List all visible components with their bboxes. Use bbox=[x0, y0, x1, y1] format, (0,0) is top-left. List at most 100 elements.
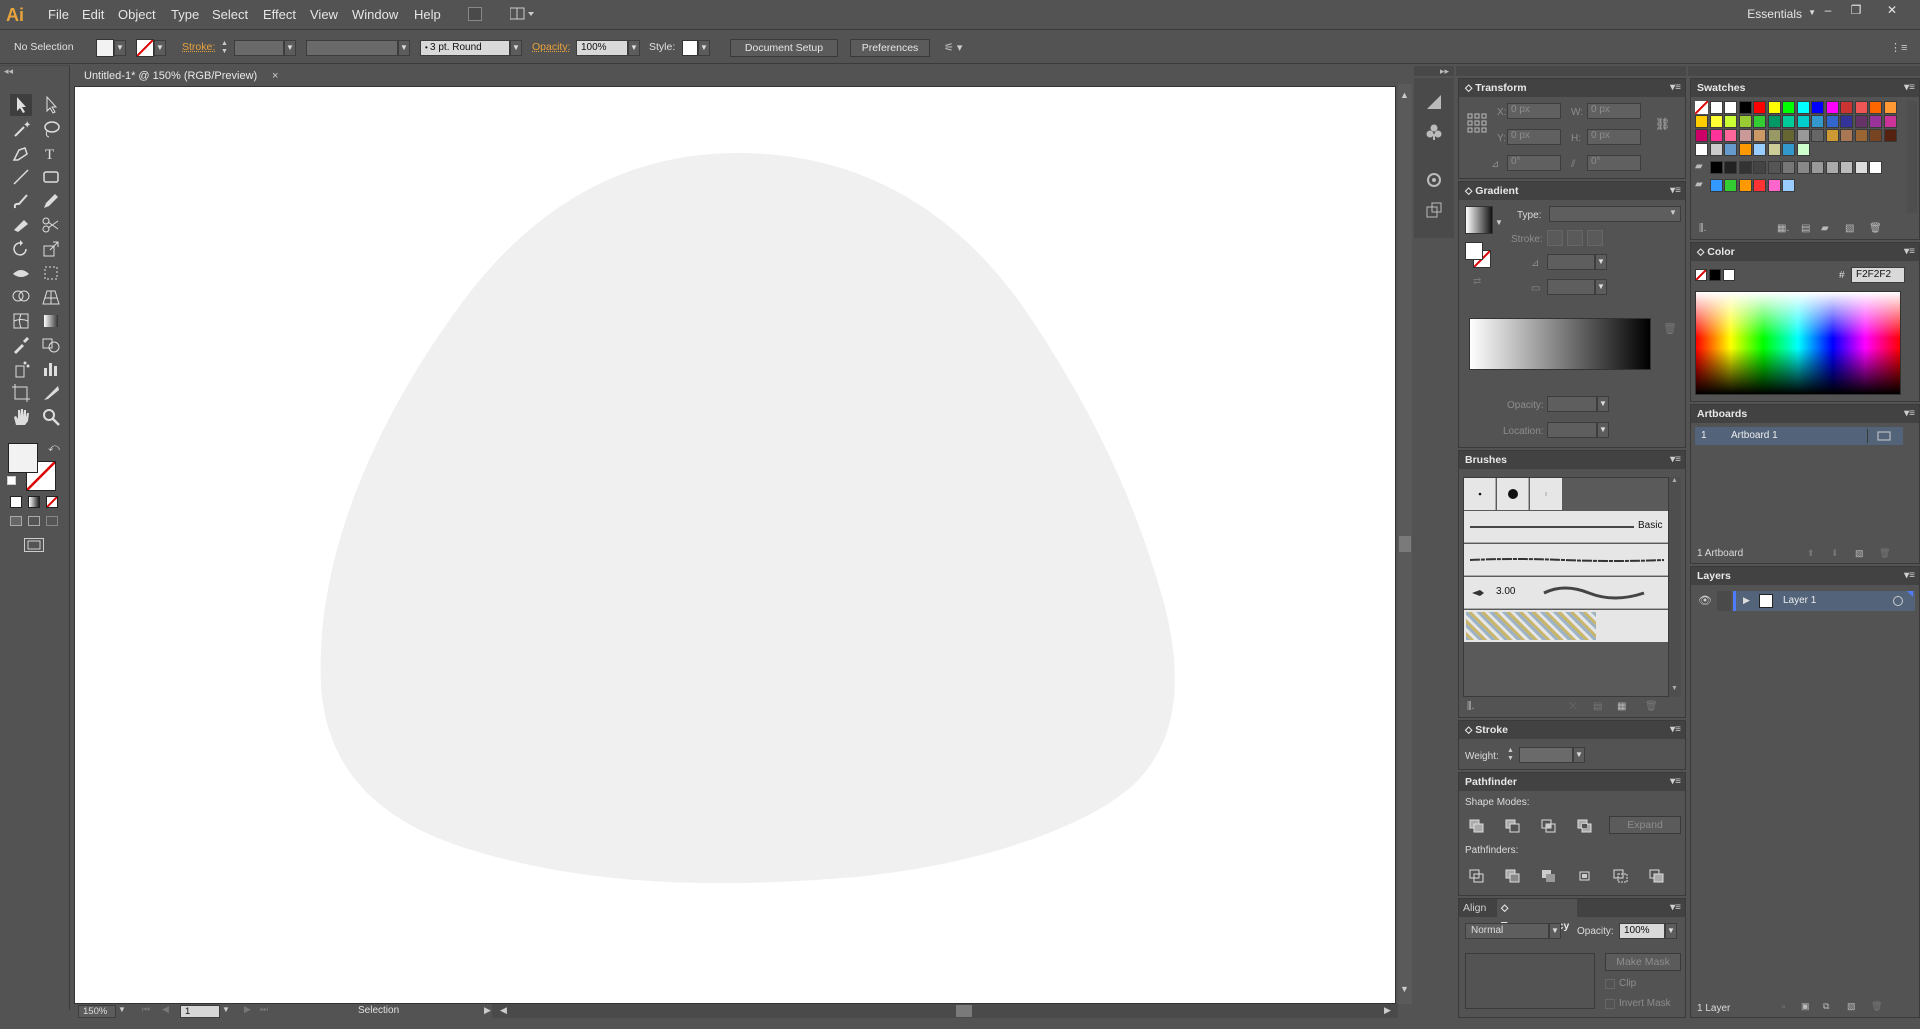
swatch-chip[interactable] bbox=[1854, 161, 1868, 174]
swatch-chip[interactable] bbox=[1782, 115, 1795, 128]
graphic-styles-icon[interactable] bbox=[1424, 200, 1444, 220]
swatch-chip[interactable] bbox=[1738, 101, 1752, 114]
gradient-angle-field[interactable] bbox=[1547, 254, 1595, 270]
symbols-icon[interactable] bbox=[1424, 122, 1444, 142]
restore-icon[interactable]: ❐ bbox=[1846, 3, 1866, 17]
artboard-number-field[interactable]: 1 bbox=[180, 1005, 220, 1018]
swatch-chip[interactable] bbox=[1724, 101, 1737, 114]
menu-file[interactable]: File bbox=[48, 7, 69, 22]
reverse-gradient-icon[interactable]: ⇄ bbox=[1473, 276, 1487, 288]
stroke-weight-dropdown-icon[interactable]: ▼ bbox=[284, 40, 296, 56]
gradient-slider[interactable] bbox=[1469, 318, 1651, 370]
preferences-button[interactable]: Preferences bbox=[850, 39, 930, 57]
swatch-chip[interactable] bbox=[1825, 161, 1839, 174]
transparency-menu-icon[interactable]: ▾≡ bbox=[1670, 899, 1681, 917]
last-artboard-icon[interactable]: ⏭ bbox=[260, 1004, 268, 1015]
menu-help[interactable]: Help bbox=[414, 7, 441, 22]
swatch-chip[interactable] bbox=[1796, 101, 1810, 114]
delete-stop-icon[interactable]: 🗑 bbox=[1663, 322, 1677, 335]
blob-brush-tool-icon[interactable] bbox=[10, 214, 32, 236]
pathfinder-panel-header[interactable]: Pathfinder ▾≡ bbox=[1459, 773, 1685, 791]
artboard-row[interactable]: 1 Artboard 1 bbox=[1695, 427, 1903, 445]
clip-checkbox[interactable] bbox=[1605, 979, 1615, 989]
scroll-up-icon[interactable]: ▲ bbox=[1400, 90, 1409, 100]
minimize-icon[interactable]: – bbox=[1818, 3, 1838, 17]
brush-small-dot[interactable] bbox=[1464, 478, 1496, 510]
paintbrush-tool-icon[interactable] bbox=[10, 190, 32, 212]
stroke-across-icon[interactable] bbox=[1587, 230, 1603, 246]
collapse-tools-icon[interactable]: ◂◂ bbox=[4, 66, 13, 77]
brush-dropdown-icon[interactable]: ▼ bbox=[510, 40, 522, 56]
pen-tool-icon[interactable] bbox=[10, 142, 32, 164]
swatch-chip[interactable] bbox=[1825, 129, 1839, 142]
swatch-chip[interactable] bbox=[1724, 143, 1737, 156]
menu-window[interactable]: Window bbox=[352, 7, 398, 22]
document-tab[interactable]: Untitled-1* @ 150% (RGB/Preview) bbox=[74, 66, 290, 86]
gradient-thumbnail[interactable] bbox=[1465, 206, 1493, 234]
constrain-proportions-icon[interactable]: ⛓ bbox=[1655, 117, 1670, 131]
invert-mask-checkbox[interactable] bbox=[1605, 999, 1615, 1009]
reference-point-icon[interactable] bbox=[1467, 113, 1487, 133]
move-artboard-up-icon[interactable]: ⬆ bbox=[1807, 548, 1815, 559]
layers-panel-header[interactable]: Layers ▾≡ bbox=[1691, 567, 1919, 585]
swatch-chip[interactable] bbox=[1825, 115, 1839, 128]
swatch-options-icon[interactable]: ▤ bbox=[1801, 223, 1810, 234]
swatch-chip[interactable] bbox=[1724, 179, 1737, 192]
swatch-libraries-icon[interactable]: ⫼. bbox=[1699, 223, 1706, 234]
lasso-tool-icon[interactable] bbox=[40, 118, 62, 140]
transparency-opacity-field[interactable]: 100% bbox=[1619, 923, 1665, 939]
stroke-panel-header[interactable]: ⬦ Stroke ▾≡ bbox=[1459, 721, 1685, 739]
vertical-scrollbar[interactable]: ▲ ▼ bbox=[1398, 84, 1412, 1004]
fill-swatch[interactable] bbox=[96, 39, 114, 57]
free-transform-tool-icon[interactable] bbox=[40, 262, 62, 284]
new-artboard-icon[interactable]: ▧ bbox=[1855, 548, 1864, 559]
workspace-chevron-icon[interactable]: ▼ bbox=[1808, 8, 1816, 17]
direct-selection-tool-icon[interactable] bbox=[40, 94, 62, 116]
swatch-chip[interactable] bbox=[1695, 143, 1708, 156]
swatch-chip[interactable] bbox=[1753, 101, 1766, 114]
layer-row[interactable]: ▶ Layer 1 bbox=[1733, 591, 1915, 611]
stroke-dropdown-icon[interactable]: ▼ bbox=[154, 40, 166, 56]
show-swatch-kinds-icon[interactable]: ▦. bbox=[1777, 223, 1789, 234]
swatch-chip[interactable] bbox=[1883, 129, 1897, 142]
default-fill-stroke-icon[interactable] bbox=[7, 476, 16, 485]
minus-back-icon[interactable] bbox=[1649, 869, 1665, 883]
brush-options-icon[interactable]: ▤ bbox=[1593, 701, 1602, 712]
menu-view[interactable]: View bbox=[310, 7, 338, 22]
swatch-chip[interactable] bbox=[1738, 161, 1752, 174]
swatch-chip[interactable] bbox=[1796, 161, 1810, 174]
new-color-group-icon[interactable]: ▰ bbox=[1821, 223, 1829, 234]
navigator-icon[interactable] bbox=[1424, 92, 1444, 112]
horizontal-scroll-thumb[interactable] bbox=[956, 1005, 972, 1017]
zoom-dropdown-icon[interactable]: ▼ bbox=[118, 1005, 126, 1014]
scroll-down-icon[interactable]: ▼ bbox=[1400, 984, 1409, 994]
swatch-chip[interactable] bbox=[1782, 179, 1795, 192]
swatch-chip[interactable] bbox=[1709, 115, 1723, 128]
transparency-opacity-dropdown-icon[interactable]: ▼ bbox=[1665, 923, 1677, 939]
swatch-chip[interactable] bbox=[1724, 129, 1737, 142]
brush-basic-row[interactable]: Basic bbox=[1464, 511, 1668, 543]
symbol-sprayer-tool-icon[interactable] bbox=[10, 358, 32, 380]
swatch-chip[interactable] bbox=[1709, 143, 1723, 156]
swatch-chip[interactable] bbox=[1724, 161, 1737, 174]
artboard-tool-icon[interactable] bbox=[10, 382, 32, 404]
status-menu-icon[interactable]: ▶ bbox=[484, 1005, 491, 1016]
workspace-switcher[interactable]: Essentials bbox=[1747, 7, 1802, 21]
draw-inside-icon[interactable] bbox=[46, 516, 58, 526]
opacity-label[interactable]: Opacity: bbox=[532, 41, 571, 53]
blend-tool-icon[interactable] bbox=[40, 334, 62, 356]
make-mask-button[interactable]: Make Mask bbox=[1605, 953, 1681, 971]
menu-effect[interactable]: Effect bbox=[263, 7, 296, 22]
hex-field[interactable]: F2F2F2 bbox=[1851, 267, 1905, 283]
gradient-panel-header[interactable]: ⬦ Gradient ▾≡ bbox=[1459, 182, 1685, 200]
new-swatch-icon[interactable]: ▧ bbox=[1845, 223, 1854, 234]
fill-dropdown-icon[interactable]: ▼ bbox=[114, 40, 126, 56]
brush-large-dot[interactable] bbox=[1497, 478, 1529, 510]
w-field[interactable]: 0 px bbox=[1587, 103, 1641, 119]
menu-object[interactable]: Object bbox=[118, 7, 156, 22]
unite-icon[interactable] bbox=[1469, 819, 1485, 833]
swatch-chip[interactable] bbox=[1767, 115, 1781, 128]
color-mode-icon[interactable] bbox=[10, 496, 22, 508]
swatches-menu-icon[interactable]: ▾≡ bbox=[1904, 79, 1915, 97]
gradient-aspect-dropdown-icon[interactable]: ▼ bbox=[1595, 279, 1607, 295]
